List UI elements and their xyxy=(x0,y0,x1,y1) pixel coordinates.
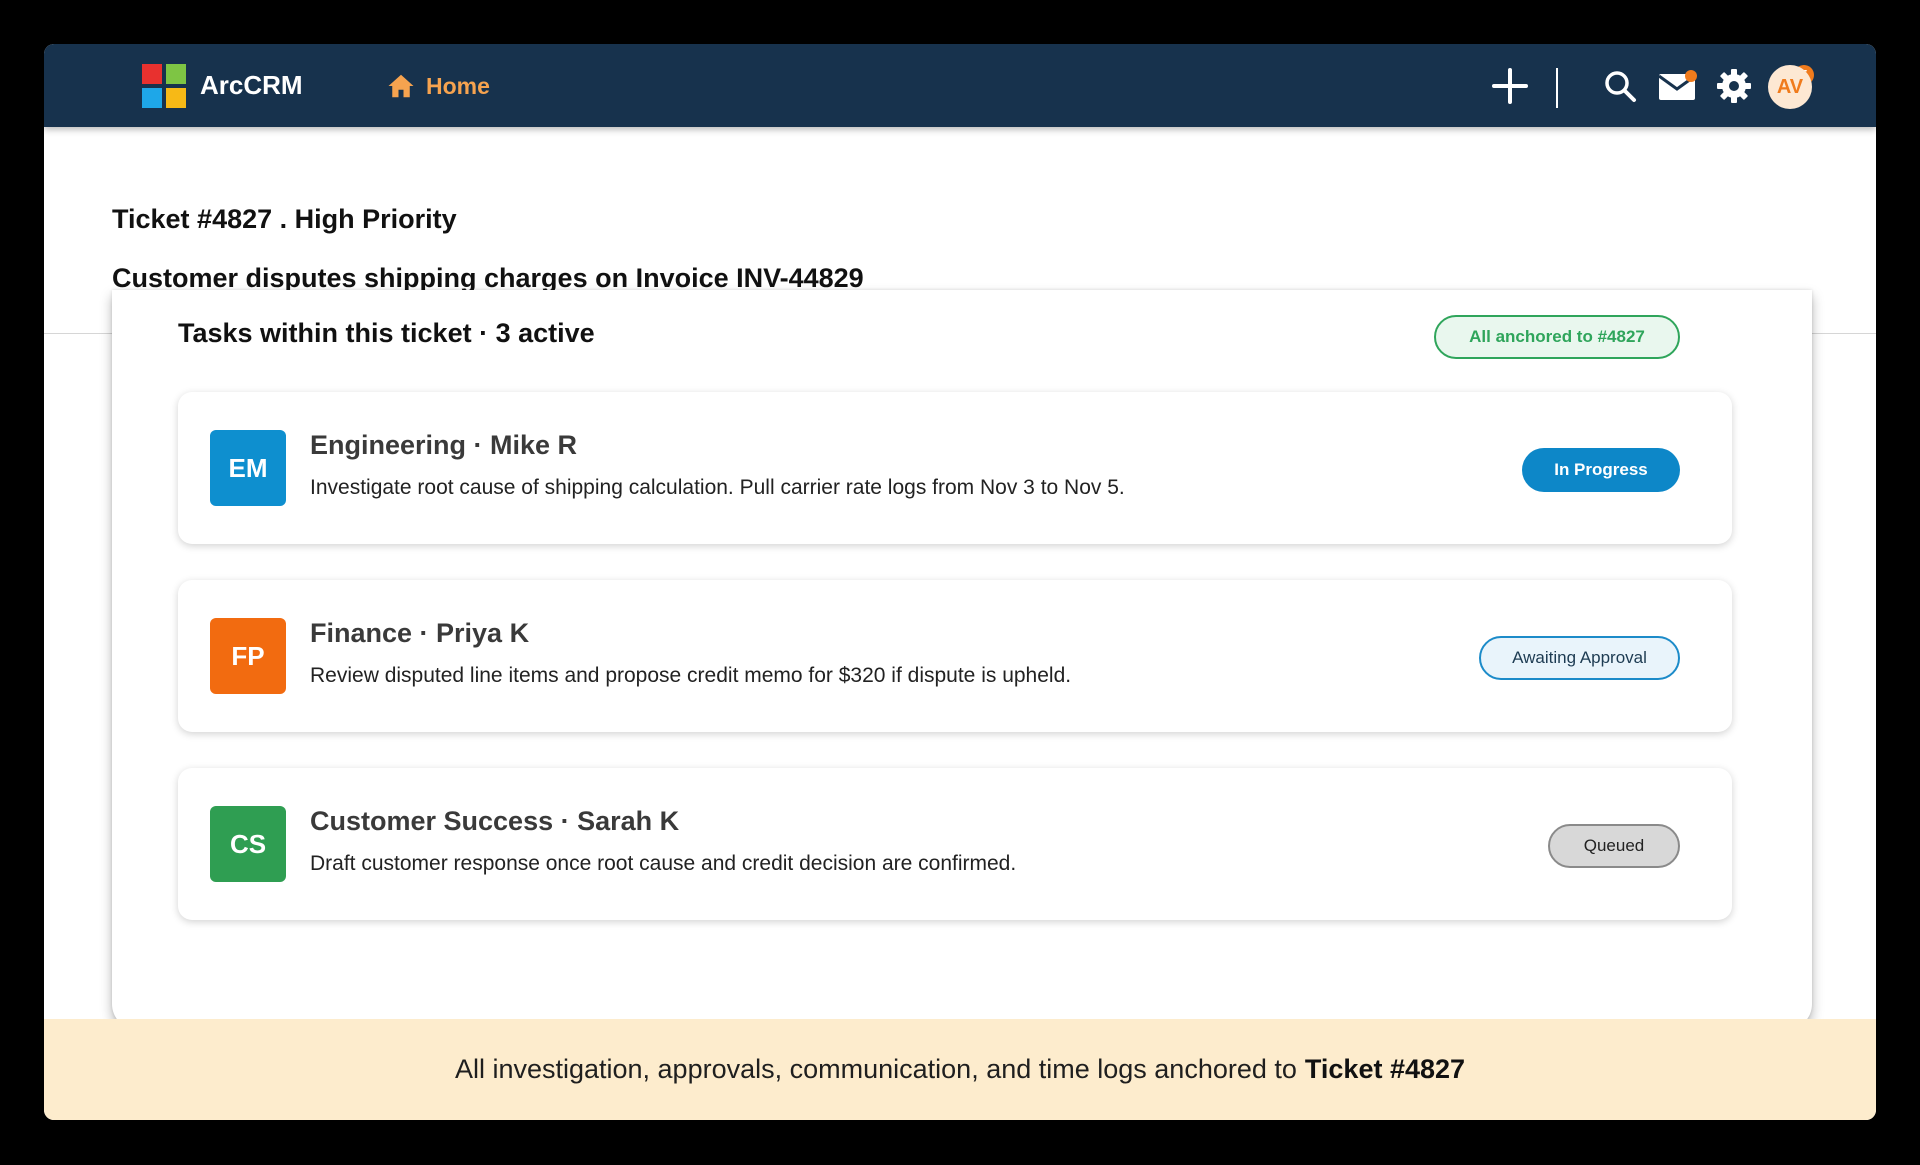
settings-button[interactable] xyxy=(1706,58,1762,114)
status-badge-awaiting-approval[interactable]: Awaiting Approval xyxy=(1479,636,1680,680)
home-icon xyxy=(388,74,414,98)
search-icon xyxy=(1605,71,1636,102)
tasks-panel: Tasks within this ticket · 3 active All … xyxy=(112,290,1812,1030)
arccrm-logo-icon[interactable] xyxy=(142,64,186,108)
app-window: ArcCRM Home AV Ticket #4827 . High Prior… xyxy=(44,44,1876,1120)
task-description: Investigate root cause of shipping calcu… xyxy=(310,476,1125,499)
mail-button[interactable] xyxy=(1649,58,1705,114)
footer-banner: All investigation, approvals, communicat… xyxy=(44,1019,1876,1120)
brand-name[interactable]: ArcCRM xyxy=(200,68,303,102)
ticket-title: Ticket #4827 . High Priority xyxy=(112,204,457,234)
top-nav-bar: ArcCRM Home AV xyxy=(44,44,1876,127)
task-description: Draft customer response once root cause … xyxy=(310,852,1017,875)
task-card-finance[interactable]: FP Finance · Priya K Review disputed lin… xyxy=(178,580,1732,732)
task-avatar-em: EM xyxy=(210,430,286,506)
status-badge-in-progress[interactable]: In Progress xyxy=(1522,448,1680,492)
task-avatar-cs: CS xyxy=(210,806,286,882)
task-card-engineering[interactable]: EM Engineering · Mike R Investigate root… xyxy=(178,392,1732,544)
task-avatar-fp: FP xyxy=(210,618,286,694)
task-title: Finance · Priya K xyxy=(310,618,530,648)
nav-divider xyxy=(1556,68,1558,108)
plus-icon xyxy=(1492,68,1528,104)
add-button[interactable] xyxy=(1482,58,1538,114)
gear-icon xyxy=(1717,69,1751,103)
task-description: Review disputed line items and propose c… xyxy=(310,664,1072,687)
status-badge-queued[interactable]: Queued xyxy=(1548,824,1680,868)
task-title: Engineering · Mike R xyxy=(310,430,578,460)
footer-text: All investigation, approvals, communicat… xyxy=(454,1054,1297,1084)
anchored-badge: All anchored to #4827 xyxy=(1434,315,1680,359)
search-button[interactable] xyxy=(1592,58,1648,114)
home-nav-link[interactable]: Home xyxy=(386,68,490,104)
task-title: Customer Success · Sarah K xyxy=(310,806,680,836)
task-card-customer-success[interactable]: CS Customer Success · Sarah K Draft cust… xyxy=(178,768,1732,920)
tasks-heading: Tasks within this ticket · 3 active xyxy=(178,318,595,348)
user-avatar[interactable]: AV xyxy=(1768,65,1812,109)
footer-ticket-ref: Ticket #4827 xyxy=(1304,1054,1466,1084)
home-nav-label: Home xyxy=(426,72,490,99)
mail-unread-dot xyxy=(1685,70,1697,82)
